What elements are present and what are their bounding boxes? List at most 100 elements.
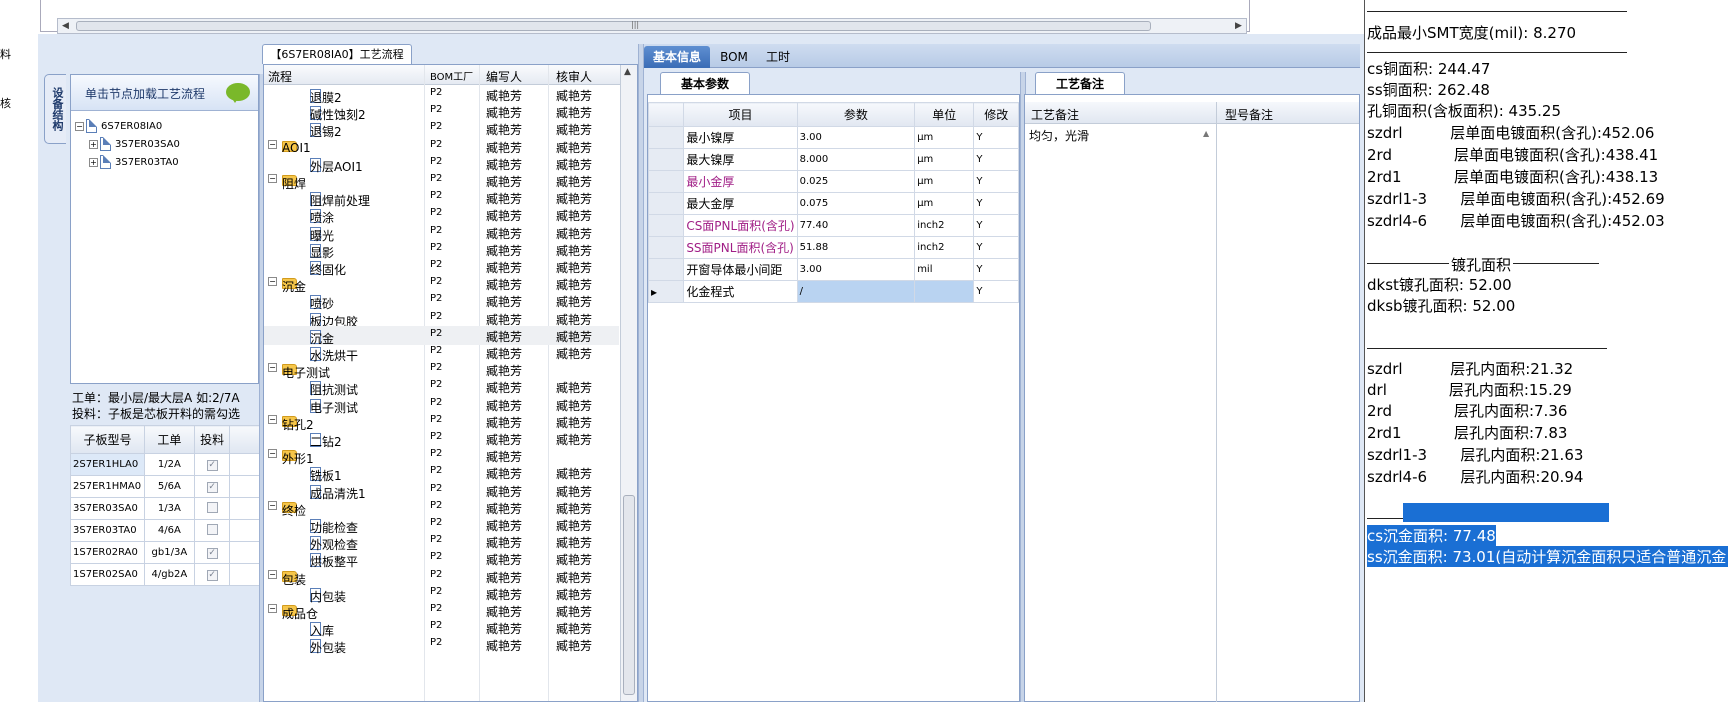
flow-row[interactable]: − 钻孔2 P2 臧艳芳 臧艳芳	[264, 412, 619, 432]
expand-icon[interactable]: +	[89, 139, 98, 149]
flow-row[interactable]: 外观检查 P2 臧艳芳 臧艳芳	[264, 532, 619, 552]
flow-row[interactable]: 成品清洗1 P2 臧艳芳 臧艳芳	[264, 481, 619, 501]
tab-device-structure[interactable]: 设备结构	[44, 74, 66, 144]
row-indicator[interactable]	[647, 170, 685, 193]
flow-row[interactable]: 电子测试 P2 臧艳芳 臧艳芳	[264, 395, 619, 415]
table-row[interactable]: 3S7ER03TA0 4/6A	[70, 519, 260, 542]
flow-row[interactable]: − 电子测试 P2 臧艳芳	[264, 360, 619, 380]
flow-row[interactable]: − AOI1 P2 臧艳芳 臧艳芳	[264, 137, 619, 156]
row-indicator[interactable]: ▸	[647, 280, 685, 303]
collapse-icon[interactable]: −	[268, 277, 277, 287]
flow-row[interactable]: 碱性蚀刻2 P2 臧艳芳 臧艳芳	[264, 102, 619, 122]
tree-node-root[interactable]: − 6S7ER08IA0	[75, 119, 162, 133]
flow-row[interactable]: 铣板1 P2 臧艳芳 臧艳芳	[264, 463, 619, 483]
flow-row[interactable]: 外层AOI1 P2 臧艳芳 臧艳芳	[264, 154, 619, 174]
feed-checkbox[interactable]	[206, 523, 218, 535]
table-row[interactable]: 1S7ER02SA0 4/gb2A ✓	[70, 563, 260, 586]
row-indicator[interactable]	[647, 214, 685, 237]
sub-order[interactable]: 4/gb2A	[143, 563, 195, 586]
flow-row[interactable]: 沉金 P2 臧艳芳 臧艳芳	[264, 325, 619, 346]
tab-process-flow[interactable]: 【6S7ER08IA0】工艺流程	[262, 44, 412, 64]
flow-row[interactable]: 阻焊前处理 P2 臧艳芳 臧艳芳	[264, 188, 619, 208]
gold-area-line[interactable]: cs沉金面积: 77.48	[1367, 525, 1496, 546]
flow-row[interactable]: − 包装 P2 臧艳芳 臧艳芳	[264, 567, 619, 587]
flow-vertical-scrollbar[interactable]: ▲	[620, 65, 637, 701]
param-value[interactable]: 3.00	[796, 258, 916, 281]
collapse-icon[interactable]: −	[268, 174, 277, 183]
table-row[interactable]: CS面PNL面积(含孔) 77.40 inch2 Y	[647, 214, 1019, 237]
param-modify[interactable]: Y	[973, 214, 1019, 237]
param-value[interactable]: 3.00	[796, 126, 916, 149]
param-value[interactable]: 51.88	[796, 236, 916, 259]
sub-order[interactable]: 1/3A	[143, 497, 195, 520]
table-row[interactable]: 2S7ER1HMA0 5/6A ✓	[70, 475, 260, 498]
table-row[interactable]: 2S7ER1HLA0 1/2A ✓	[70, 453, 260, 476]
flow-row[interactable]: 阻抗测试 P2 臧艳芳 臧艳芳	[264, 377, 619, 397]
table-row[interactable]: 开窗导体最小间距 3.00 mil Y	[647, 258, 1019, 281]
row-indicator[interactable]	[647, 192, 685, 215]
table-row[interactable]: SS面PNL面积(含孔) 51.88 inch2 Y	[647, 236, 1019, 259]
param-modify[interactable]: Y	[973, 148, 1019, 171]
feed-checkbox[interactable]	[206, 501, 218, 513]
tab-basic-info[interactable]: 基本信息	[644, 46, 710, 68]
flow-row[interactable]: 外包装 P2 臧艳芳 臧艳芳	[264, 635, 619, 655]
flow-row[interactable]: 曝光 P2 臧艳芳 臧艳芳	[264, 223, 619, 243]
horizontal-scrollbar[interactable]: ◀ ||| ▶	[57, 18, 1247, 34]
collapse-icon[interactable]: −	[268, 604, 277, 613]
scroll-left-icon[interactable]: ◀	[58, 19, 73, 33]
collapse-icon[interactable]: −	[268, 414, 277, 424]
flow-row[interactable]: 烘板整平 P2 臧艳芳 臧艳芳	[264, 549, 619, 569]
tree-node[interactable]: +3S7ER03TA0	[89, 155, 179, 169]
flow-row[interactable]: − 沉金 P2 臧艳芳 臧艳芳	[264, 274, 619, 294]
sub-order[interactable]: 1/2A	[143, 453, 195, 476]
gold-area-line[interactable]: ss沉金面积: 73.01(自动计算沉金面积只适合普通沉金	[1367, 546, 1728, 567]
param-modify[interactable]: Y	[973, 126, 1019, 149]
table-row[interactable]: 最大镍厚 8.000 μm Y	[647, 148, 1019, 171]
row-indicator[interactable]	[647, 148, 685, 171]
param-value[interactable]: 0.075	[796, 192, 916, 215]
param-modify[interactable]: Y	[973, 258, 1019, 281]
flow-row[interactable]: 终固化 P2 臧艳芳 臧艳芳	[264, 257, 619, 277]
scrollbar-thumb[interactable]	[76, 21, 1151, 31]
row-indicator[interactable]	[647, 126, 685, 149]
flow-row[interactable]: 退膜2 P2 臧艳芳 臧艳芳	[264, 85, 619, 105]
feed-checkbox[interactable]: ✓	[206, 547, 218, 559]
table-row[interactable]: ▸ 化金程式 / Y	[647, 280, 1019, 303]
scroll-right-icon[interactable]: ▶	[1231, 19, 1246, 33]
table-row[interactable]: 1S7ER02RA0 gb1/3A ✓	[70, 541, 260, 564]
scrollbar-thumb[interactable]	[623, 495, 635, 695]
param-modify[interactable]: Y	[973, 236, 1019, 259]
feed-checkbox[interactable]: ✓	[206, 569, 218, 581]
collapse-icon[interactable]: −	[75, 121, 84, 131]
flow-row[interactable]: − 阻焊 P2 臧艳芳 臧艳芳	[264, 171, 619, 191]
flow-row[interactable]: 板边包胶 P2 臧艳芳 臧艳芳	[264, 309, 619, 329]
param-modify[interactable]: Y	[973, 192, 1019, 215]
table-row[interactable]: 3S7ER03SA0 1/3A	[70, 497, 260, 520]
feed-checkbox[interactable]: ✓	[206, 459, 218, 471]
flow-row[interactable]: − 外形1 P2 臧艳芳	[264, 446, 619, 466]
collapse-icon[interactable]: −	[268, 500, 277, 510]
scroll-up-icon[interactable]: ▲	[624, 67, 631, 77]
row-indicator[interactable]	[647, 258, 685, 281]
tab-bom[interactable]: BOM	[714, 46, 754, 68]
param-value[interactable]: 77.40	[796, 214, 916, 237]
process-notes-text[interactable]: 均匀，光滑	[1029, 127, 1212, 187]
flow-row[interactable]: 喷砂 P2 臧艳芳 臧艳芳	[264, 291, 619, 311]
feed-checkbox[interactable]: ✓	[206, 481, 218, 493]
tab-work-hours[interactable]: 工时	[756, 46, 800, 68]
tab-basic-params[interactable]: 基本参数	[660, 72, 750, 94]
sub-order[interactable]: gb1/3A	[143, 541, 195, 564]
expand-icon[interactable]: +	[89, 157, 98, 167]
param-modify[interactable]: Y	[973, 280, 1019, 303]
flow-row[interactable]: 功能检查 P2 臧艳芳 臧艳芳	[264, 515, 619, 535]
row-indicator[interactable]	[647, 236, 685, 259]
flow-row[interactable]: 退锡2 P2 臧艳芳 臧艳芳	[264, 119, 619, 139]
collapse-icon[interactable]: −	[268, 569, 277, 579]
table-row[interactable]: 最小镍厚 3.00 μm Y	[647, 126, 1019, 149]
param-value[interactable]: /	[796, 280, 916, 303]
collapse-icon[interactable]: −	[268, 139, 277, 149]
collapse-icon[interactable]: −	[268, 363, 277, 373]
center-splitter[interactable]	[638, 44, 644, 702]
flow-row[interactable]: 水洗烘干 P2 臧艳芳 臧艳芳	[264, 343, 619, 363]
flow-row[interactable]: 二钻2 P2 臧艳芳 臧艳芳	[264, 429, 619, 449]
